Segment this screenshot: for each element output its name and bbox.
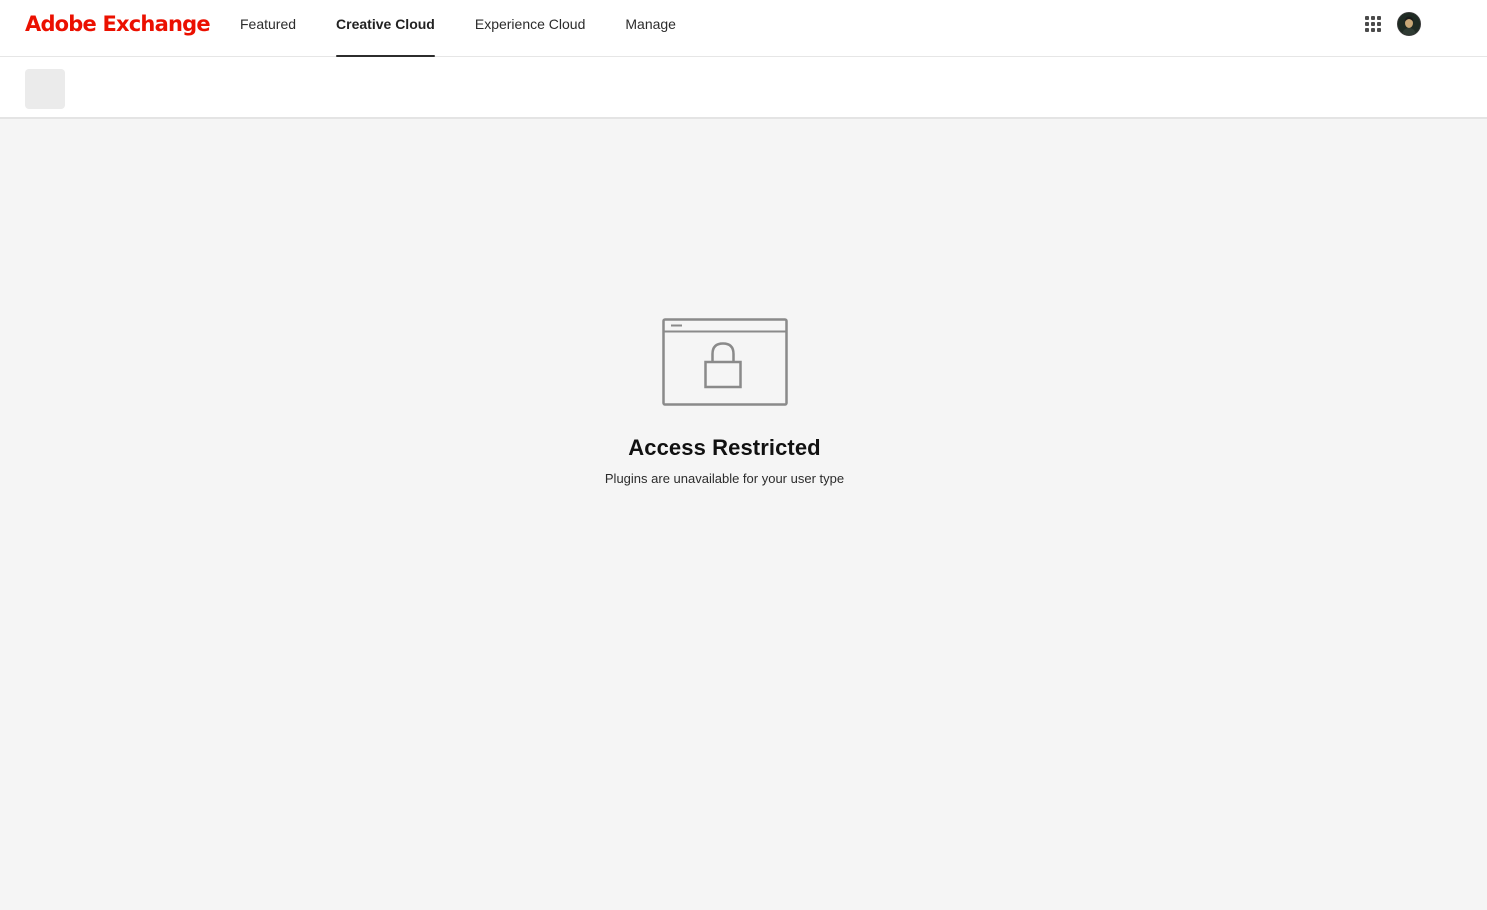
top-navigation-bar: Adobe Exchange Featured Creative Cloud E…: [0, 0, 1487, 57]
user-avatar[interactable]: [1397, 12, 1421, 36]
tab-experience-cloud[interactable]: Experience Cloud: [455, 0, 606, 57]
access-restricted-message: Access Restricted Plugins are unavailabl…: [0, 318, 1449, 486]
loading-placeholder: [25, 69, 65, 109]
main-nav: Featured Creative Cloud Experience Cloud…: [220, 0, 696, 57]
tab-featured[interactable]: Featured: [220, 0, 316, 57]
restriction-message: Plugins are unavailable for your user ty…: [604, 471, 845, 486]
app-grid-icon[interactable]: [1363, 14, 1383, 34]
tab-manage[interactable]: Manage: [605, 0, 696, 57]
locked-window-icon: [661, 318, 788, 406]
page-title: Access Restricted: [628, 435, 821, 460]
adobe-exchange-logo[interactable]: Adobe Exchange: [25, 10, 211, 38]
sub-toolbar: [0, 57, 1487, 119]
tab-creative-cloud[interactable]: Creative Cloud: [316, 0, 455, 57]
